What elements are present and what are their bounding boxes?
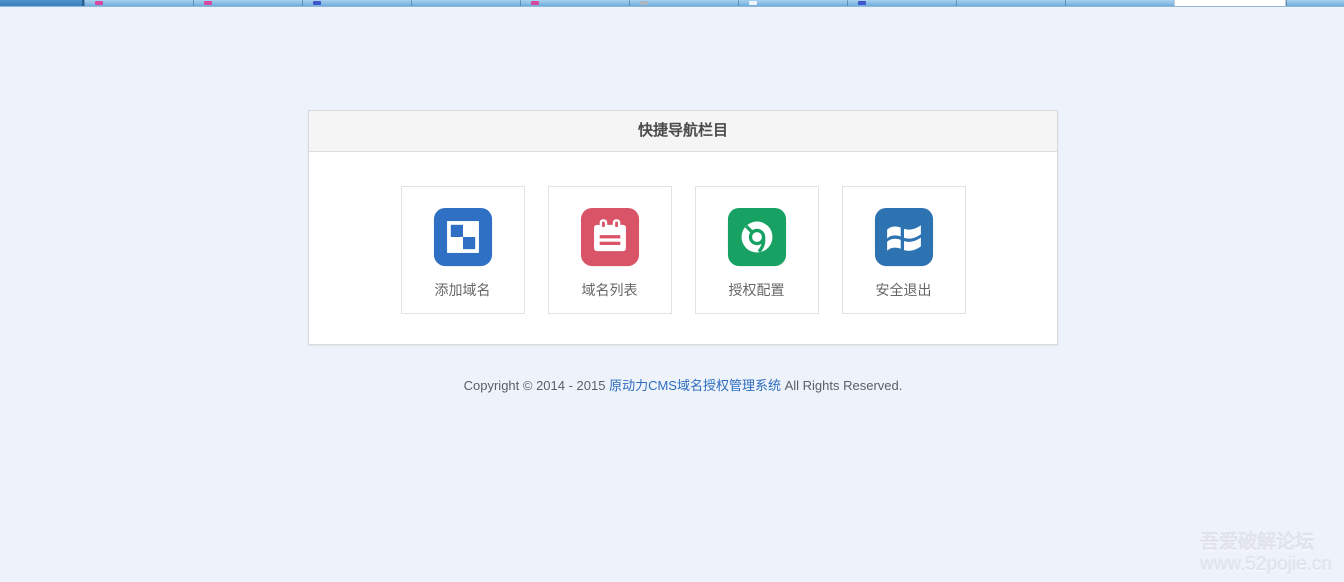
- browser-tab[interactable]: [411, 0, 520, 6]
- quick-nav-panel: 快捷导航栏目 添加域名: [308, 110, 1058, 345]
- browser-tab[interactable]: [1065, 0, 1174, 6]
- browser-tab[interactable]: [302, 0, 411, 6]
- nav-card-auth-config[interactable]: 授权配置: [695, 186, 819, 314]
- notepad-icon: [580, 207, 640, 267]
- tab-favicon-icon: [858, 1, 866, 5]
- nav-card-label: 授权配置: [696, 280, 818, 300]
- tab-favicon-icon: [313, 1, 321, 5]
- browser-tab[interactable]: [629, 0, 738, 6]
- watermark-line2: www.52pojie.cn: [1200, 554, 1332, 576]
- windows-flag-icon: [874, 207, 934, 267]
- browser-tab[interactable]: [0, 0, 84, 6]
- tab-favicon-icon: [640, 1, 648, 5]
- nav-card-add-domain[interactable]: 添加域名: [401, 186, 525, 314]
- nav-card-label: 安全退出: [843, 280, 965, 300]
- nav-card-safe-exit[interactable]: 安全退出: [842, 186, 966, 314]
- copyright-suffix: All Rights Reserved.: [781, 378, 902, 393]
- nav-card-label: 域名列表: [549, 280, 671, 300]
- browser-tab[interactable]: [1286, 0, 1344, 6]
- browser-tab[interactable]: [738, 0, 847, 6]
- cms-system-link[interactable]: 原动力CMS域名授权管理系统: [609, 378, 781, 393]
- browser-tab[interactable]: [956, 0, 1065, 6]
- browser-tab-strip: [0, 0, 1344, 7]
- nav-card-label: 添加域名: [402, 280, 524, 300]
- browser-tab[interactable]: [520, 0, 629, 6]
- tab-favicon-icon: [95, 1, 103, 5]
- browser-tab[interactable]: [193, 0, 302, 6]
- browser-tab[interactable]: [84, 0, 193, 6]
- tab-favicon-icon: [204, 1, 212, 5]
- page: 快捷导航栏目 添加域名: [0, 0, 1344, 582]
- watermark: 吾爱破解论坛 www.52pojie.cn: [1200, 532, 1332, 576]
- chrome-icon: [727, 207, 787, 267]
- browser-tab-active[interactable]: [1174, 0, 1286, 6]
- panel-title: 快捷导航栏目: [309, 111, 1057, 152]
- browser-tab[interactable]: [847, 0, 956, 6]
- checkerboard-icon: [433, 207, 493, 267]
- nav-card-domain-list[interactable]: 域名列表: [548, 186, 672, 314]
- tab-favicon-icon: [749, 1, 757, 5]
- copyright-prefix: Copyright © 2014 - 2015: [464, 378, 609, 393]
- panel-body: 添加域名 域名列表: [309, 152, 1057, 314]
- copyright-footer: Copyright © 2014 - 2015 原动力CMS域名授权管理系统 A…: [0, 375, 1344, 394]
- tab-favicon-icon: [531, 1, 539, 5]
- watermark-line1: 吾爱破解论坛: [1200, 532, 1332, 554]
